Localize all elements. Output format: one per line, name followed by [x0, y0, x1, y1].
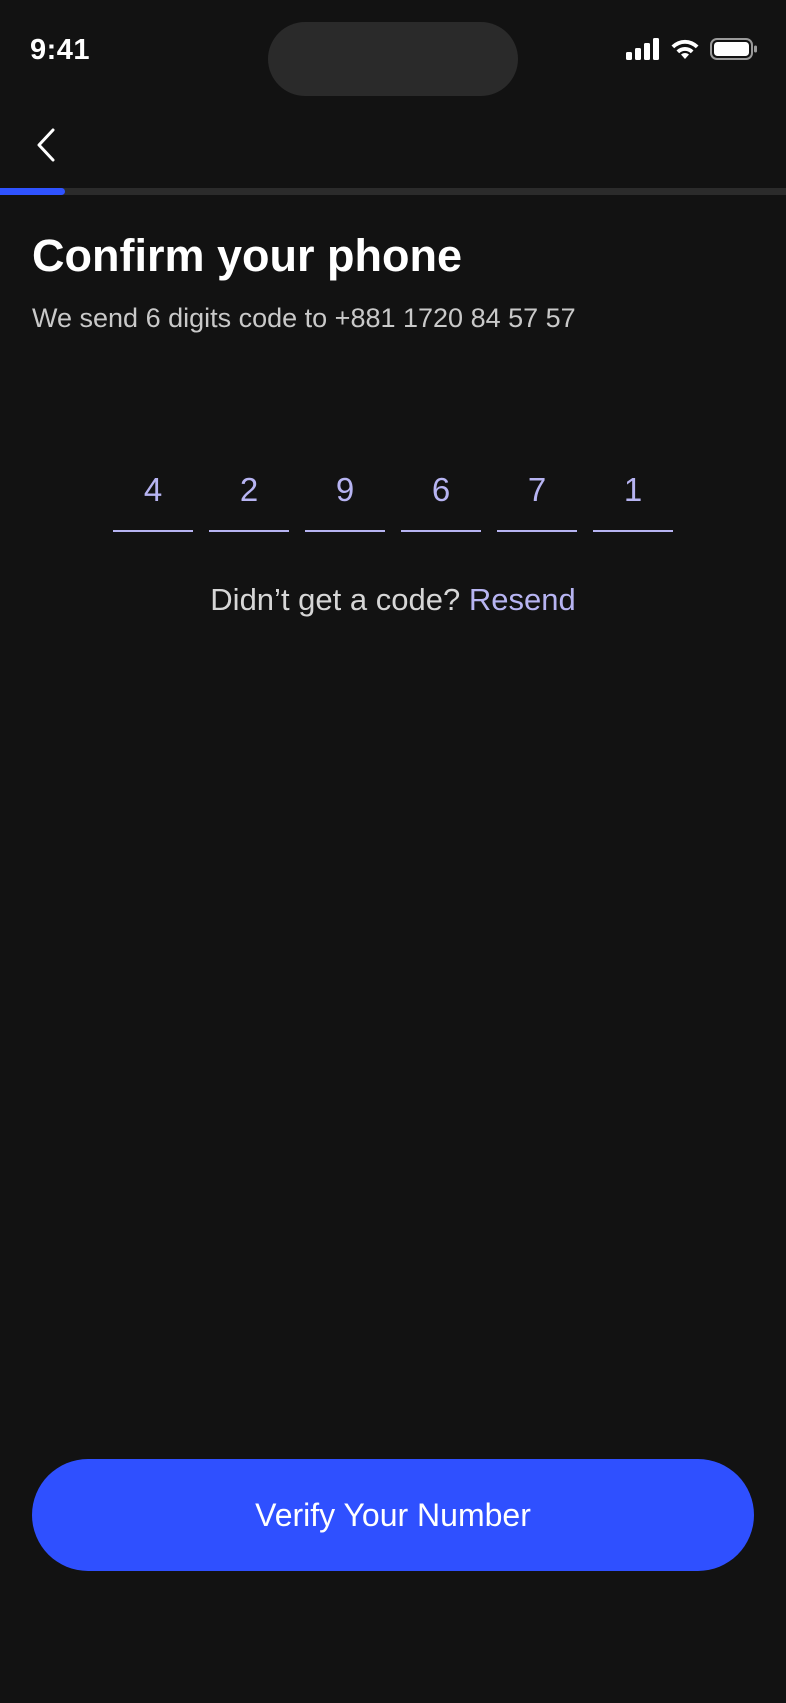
wifi-icon [670, 38, 700, 60]
otp-digit-field[interactable]: 2 [209, 462, 289, 532]
progress-bar [0, 188, 786, 195]
verify-number-button[interactable]: Verify Your Number [32, 1459, 754, 1571]
chevron-left-icon [34, 127, 58, 168]
battery-icon [710, 38, 758, 60]
otp-digit: 7 [527, 471, 547, 508]
page-title: Confirm your phone [32, 230, 462, 281]
resend-row: Didn’t get a code? Resend [0, 580, 786, 620]
progress-bar-fill [0, 188, 66, 195]
resend-prompt: Didn’t get a code? [210, 582, 461, 617]
otp-digit: 1 [623, 471, 643, 508]
otp-digit: 4 [143, 471, 163, 508]
otp-digit-field[interactable]: 4 [113, 462, 193, 532]
otp-digit: 6 [431, 471, 451, 508]
dynamic-island [268, 22, 518, 96]
phone-confirmation-screen: 9:41 Confirm your phone We send 6 digits… [0, 0, 786, 1703]
resend-link[interactable]: Resend [469, 582, 576, 617]
otp-digit-field[interactable]: 7 [497, 462, 577, 532]
otp-digit-field[interactable]: 1 [593, 462, 673, 532]
status-bar-time: 9:41 [30, 34, 91, 66]
otp-code-input: 4 2 9 6 7 1 [113, 462, 673, 532]
page-subtitle: We send 6 digits code to +881 1720 84 57… [32, 303, 576, 333]
otp-digit: 2 [239, 471, 259, 508]
back-button[interactable] [22, 120, 70, 174]
cellular-signal-icon [626, 38, 660, 60]
status-bar-icons [626, 38, 758, 60]
otp-digit: 9 [335, 471, 355, 508]
otp-digit-field[interactable]: 6 [401, 462, 481, 532]
otp-digit-field[interactable]: 9 [305, 462, 385, 532]
